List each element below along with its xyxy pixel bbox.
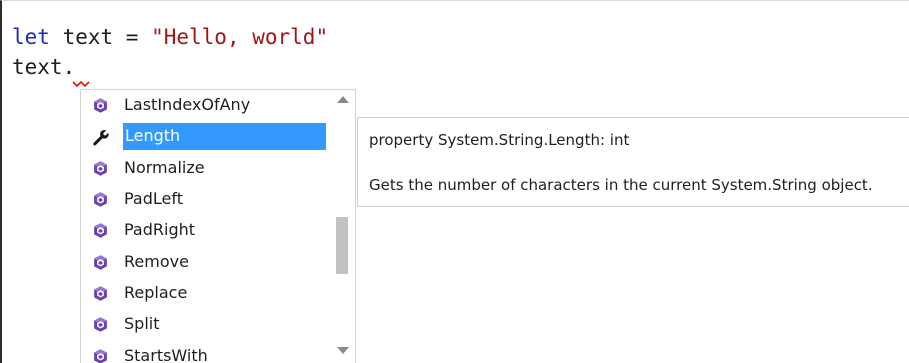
code-line-1[interactable]: let text = "Hello, world" bbox=[12, 23, 328, 51]
completion-item[interactable]: Remove bbox=[81, 246, 331, 277]
code-line-2[interactable]: text. bbox=[12, 53, 75, 81]
completion-item[interactable]: Replace bbox=[81, 278, 331, 309]
completion-item[interactable]: StartsWith bbox=[81, 340, 331, 363]
code-member-access: text. bbox=[12, 55, 76, 79]
method-icon bbox=[90, 346, 110, 363]
string-literal: "Hello, world" bbox=[151, 25, 329, 49]
scroll-up-arrow-icon[interactable] bbox=[336, 93, 350, 105]
quick-info-tooltip: property System.String.Length: int Gets … bbox=[357, 117, 909, 207]
completion-item[interactable]: PadLeft bbox=[81, 184, 331, 215]
completion-scrollbar[interactable] bbox=[334, 90, 352, 363]
completion-item[interactable]: LastIndexOfAny bbox=[81, 90, 331, 121]
method-icon bbox=[90, 315, 110, 335]
completion-item-label: Replace bbox=[124, 282, 188, 302]
completion-item-label: Split bbox=[124, 314, 160, 334]
completion-items: LastIndexOfAny Length Normalize PadLeft PadR… bbox=[81, 90, 331, 363]
method-icon bbox=[90, 190, 110, 210]
completion-list[interactable]: LastIndexOfAny Length Normalize PadLeft PadR… bbox=[80, 89, 356, 363]
method-icon bbox=[90, 158, 110, 178]
keyword-let: let bbox=[12, 25, 50, 49]
completion-item-label: Normalize bbox=[124, 157, 205, 177]
tooltip-description: Gets the number of characters in the cur… bbox=[369, 176, 873, 194]
completion-item-label: StartsWith bbox=[124, 345, 208, 363]
method-icon bbox=[90, 283, 110, 303]
error-squiggle-icon bbox=[72, 80, 90, 88]
completion-item-label: PadLeft bbox=[124, 189, 183, 209]
completion-item-label: PadRight bbox=[124, 220, 196, 240]
tooltip-signature: property System.String.Length: int bbox=[369, 131, 630, 149]
completion-item-label: Remove bbox=[124, 251, 189, 271]
completion-item[interactable]: Split bbox=[81, 309, 331, 340]
completion-item[interactable]: Length bbox=[81, 121, 331, 152]
code-identifier: text = bbox=[49, 25, 152, 49]
completion-item[interactable]: Normalize bbox=[81, 153, 331, 184]
completion-item-label: Length bbox=[123, 123, 326, 151]
scroll-thumb[interactable] bbox=[336, 217, 348, 274]
method-icon bbox=[90, 96, 110, 116]
method-icon bbox=[90, 221, 110, 241]
scroll-down-arrow-icon[interactable] bbox=[336, 345, 350, 357]
method-icon bbox=[90, 252, 110, 272]
property-wrench-icon bbox=[90, 127, 110, 147]
editor-window: let text = "Hello, world" text. LastInde… bbox=[0, 0, 909, 363]
completion-item-label: LastIndexOfAny bbox=[124, 95, 251, 115]
completion-item[interactable]: PadRight bbox=[81, 215, 331, 246]
